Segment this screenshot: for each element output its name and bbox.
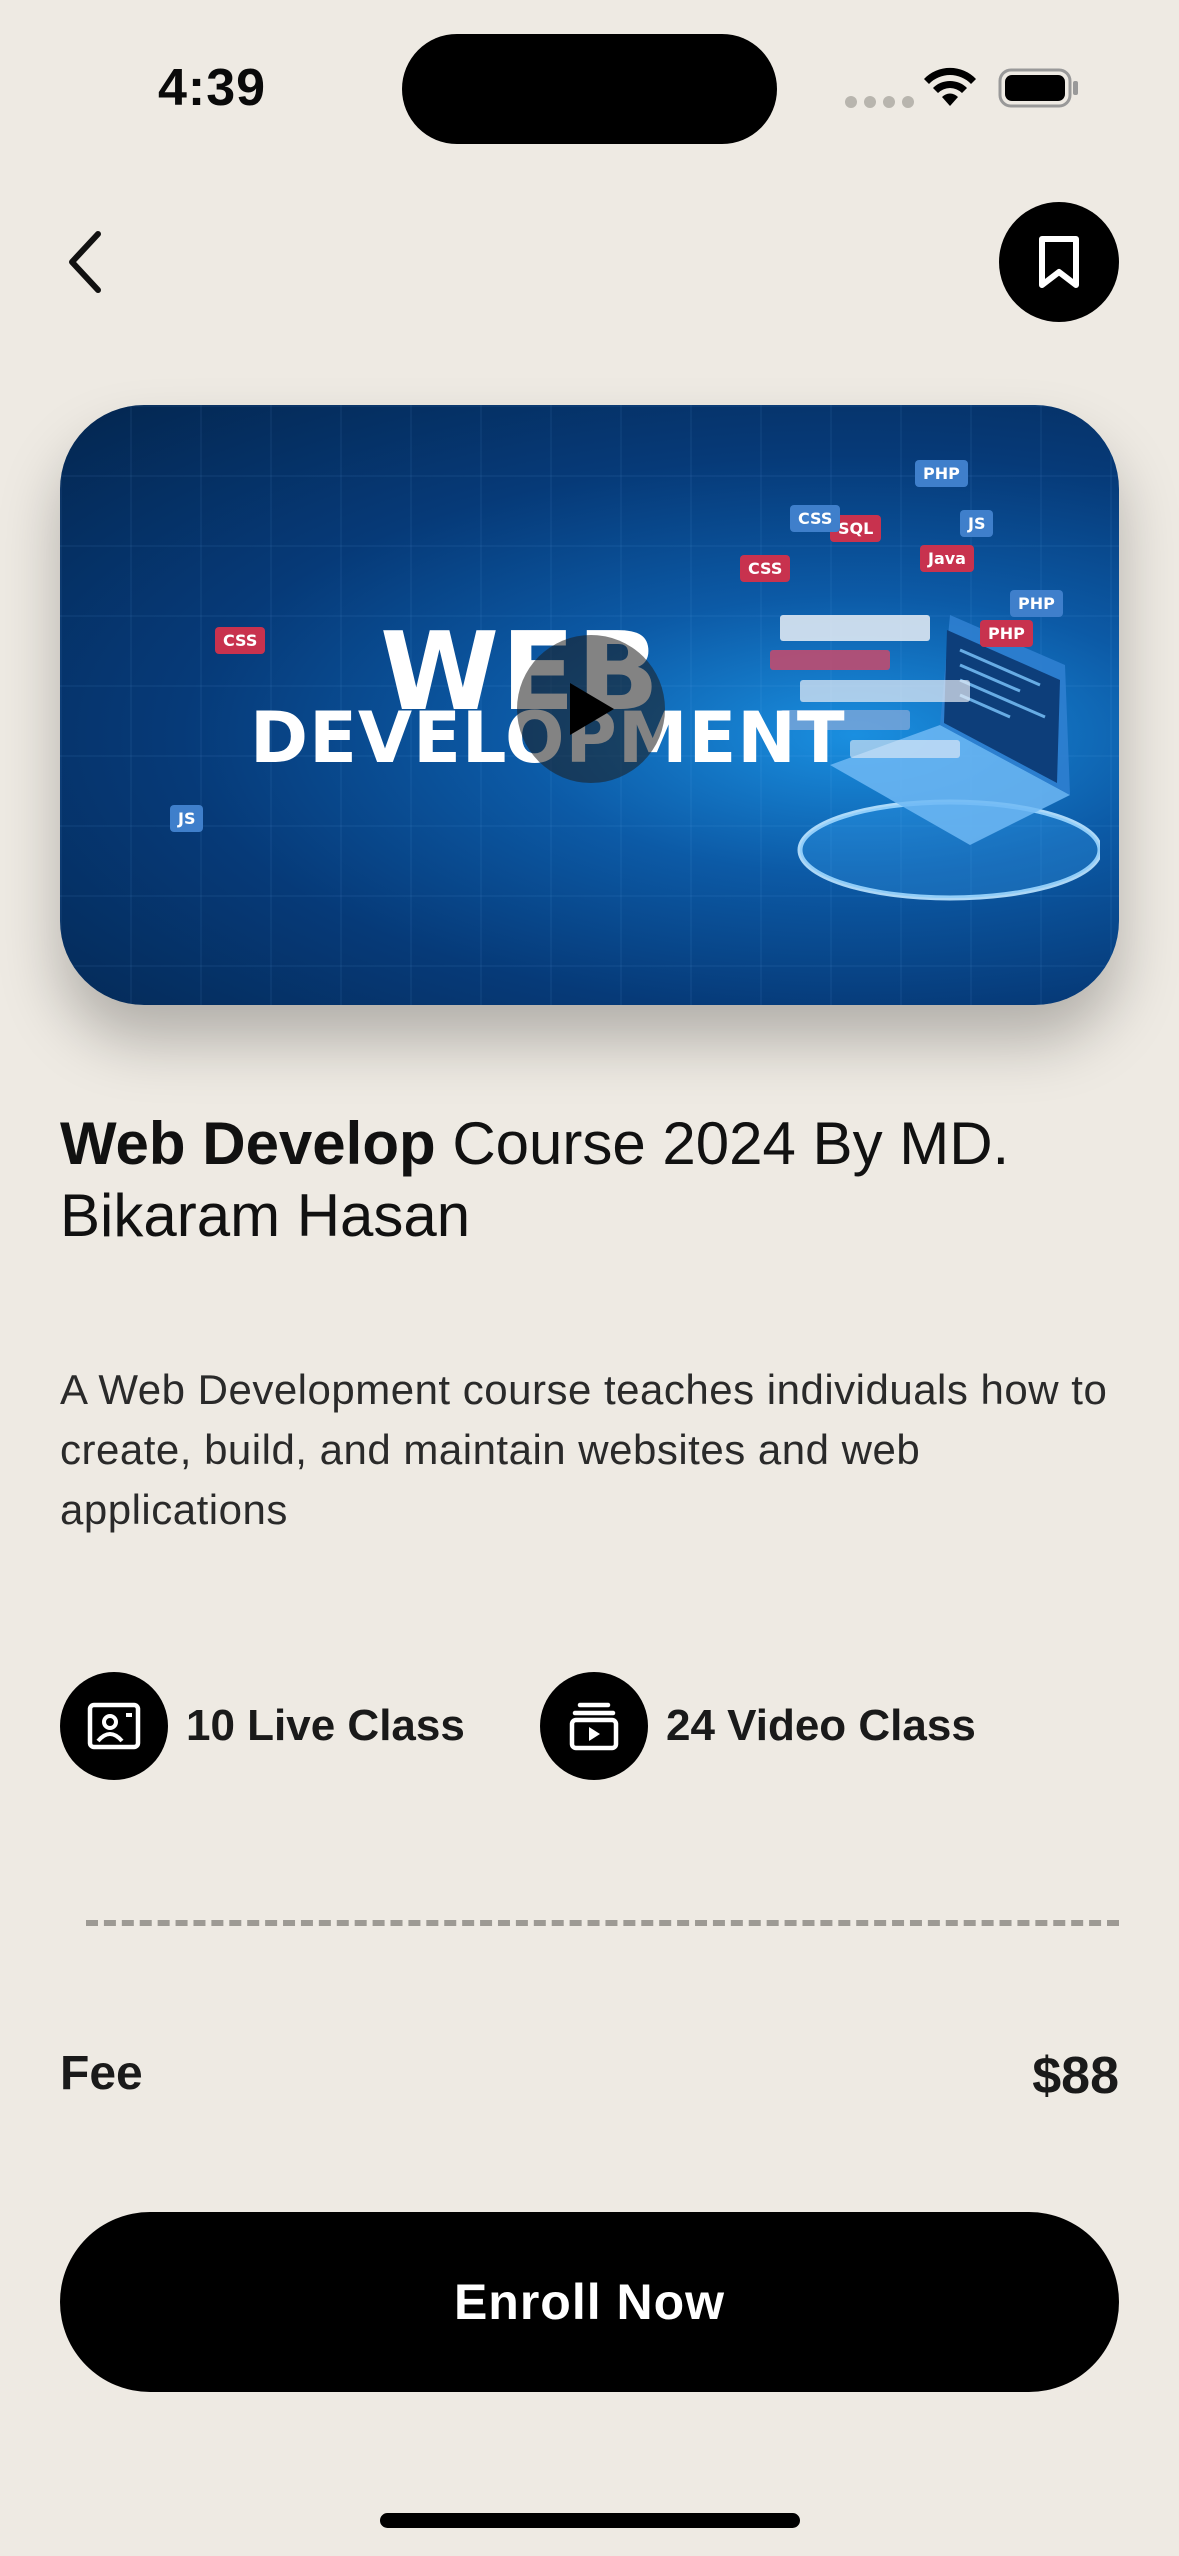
course-title-bold: Web Develop xyxy=(60,1110,436,1177)
dashed-divider xyxy=(86,1920,1119,1926)
play-button[interactable] xyxy=(517,635,665,783)
chevron-left-icon xyxy=(69,231,101,293)
tech-tag: CSS xyxy=(215,627,266,654)
live-class-label: 10 Live Class xyxy=(186,1701,465,1750)
home-indicator[interactable] xyxy=(380,2513,800,2528)
live-class-icon xyxy=(60,1672,168,1780)
enroll-now-button[interactable]: Enroll Now xyxy=(60,2212,1119,2392)
course-description: A Web Development course teaches individ… xyxy=(60,1366,1108,1533)
course-video-thumbnail[interactable]: CSS PHP SQL Java PHP CSS PHP JS CSS JS W… xyxy=(60,405,1119,1005)
tech-tag: PHP xyxy=(915,460,968,487)
bookmark-button[interactable] xyxy=(999,202,1119,322)
video-class-label: 24 Video Class xyxy=(666,1701,976,1750)
dynamic-island xyxy=(402,34,777,144)
tech-tag: CSS xyxy=(740,555,791,582)
tech-tag: PHP xyxy=(1010,590,1063,617)
status-time: 4:39 xyxy=(158,59,267,117)
tech-tag: Java xyxy=(920,545,974,572)
fee-value: $88 xyxy=(1032,2047,1119,2105)
video-class-stat: 24 Video Class xyxy=(540,1672,976,1780)
tech-tag: JS xyxy=(170,805,204,832)
wifi-icon xyxy=(924,67,976,106)
tech-tag: PHP xyxy=(980,620,1033,647)
bookmark-icon xyxy=(1039,236,1079,288)
tech-tag: JS xyxy=(960,510,994,537)
battery-icon xyxy=(998,68,1078,108)
course-title: Web Develop Course 2024 By MD. Bikaram H… xyxy=(60,1108,1120,1252)
tech-tag: CSS xyxy=(790,505,841,532)
fee-label: Fee xyxy=(60,2047,143,2100)
video-class-icon xyxy=(540,1672,648,1780)
cellular-signal-icon xyxy=(845,96,914,108)
live-class-stat: 10 Live Class xyxy=(60,1672,465,1780)
play-icon xyxy=(570,683,614,735)
back-button[interactable] xyxy=(56,222,116,302)
